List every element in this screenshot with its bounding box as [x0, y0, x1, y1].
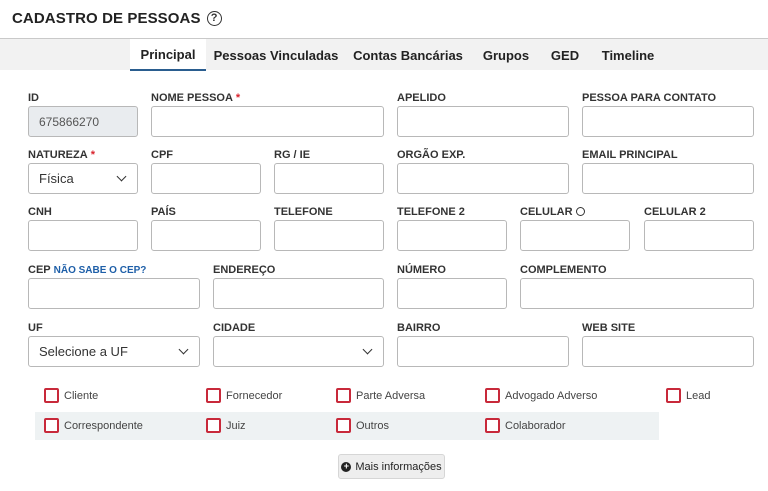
telefone-label: TELEFONE: [274, 206, 333, 218]
email-principal-input[interactable]: [582, 163, 754, 194]
checkbox-juiz[interactable]: Juiz: [206, 418, 246, 433]
tab-grupos[interactable]: Grupos: [476, 39, 536, 71]
natureza-value: Física: [39, 171, 74, 186]
checkbox-box[interactable]: [485, 388, 500, 403]
nome-pessoa-label: NOME PESSOA *: [151, 92, 241, 104]
rg-ie-input[interactable]: [274, 163, 384, 194]
more-info-button[interactable]: + Mais informações: [338, 454, 445, 479]
checkbox-box[interactable]: [206, 418, 221, 433]
page-header: CADASTRO DE PESSOAS ?: [12, 8, 222, 28]
id-field: 675866270: [28, 106, 138, 137]
cnh-label: CNH: [28, 206, 52, 218]
checkbox-parte-adversa[interactable]: Parte Adversa: [336, 388, 425, 403]
cidade-label: CIDADE: [213, 322, 256, 334]
tab-ged[interactable]: GED: [544, 39, 586, 71]
checkbox-outros[interactable]: Outros: [336, 418, 389, 433]
natureza-select[interactable]: Física: [28, 163, 138, 194]
cpf-input[interactable]: [151, 163, 261, 194]
help-icon[interactable]: ?: [206, 10, 222, 26]
whatsapp-icon: [575, 207, 585, 216]
cep-input[interactable]: [28, 278, 200, 309]
bairro-label: BAIRRO: [397, 322, 441, 334]
bairro-input[interactable]: [397, 336, 569, 367]
checkbox-lead[interactable]: Lead: [666, 388, 710, 403]
pais-input[interactable]: [151, 220, 261, 251]
required-mark: *: [235, 92, 241, 104]
checkbox-box[interactable]: [485, 418, 500, 433]
natureza-label: NATUREZA *: [28, 149, 95, 161]
tab-bar: Principal Pessoas Vinculadas Contas Banc…: [0, 38, 768, 71]
rg-ie-label: RG / IE: [274, 149, 311, 161]
cidade-select[interactable]: [213, 336, 384, 367]
cnh-input[interactable]: [28, 220, 138, 251]
checkbox-advogado-adverso[interactable]: Advogado Adverso: [485, 388, 597, 403]
complemento-label: COMPLEMENTO: [520, 264, 607, 276]
apelido-label: APELIDO: [397, 92, 446, 104]
apelido-input[interactable]: [397, 106, 569, 137]
celular-input[interactable]: [520, 220, 630, 251]
checkbox-box[interactable]: [44, 388, 59, 403]
celular-2-input[interactable]: [644, 220, 754, 251]
tab-pessoas-vinculadas[interactable]: Pessoas Vinculadas: [210, 39, 342, 71]
uf-value: Selecione a UF: [39, 344, 128, 359]
checkbox-colaborador[interactable]: Colaborador: [485, 418, 566, 433]
id-label: ID: [28, 92, 39, 104]
web-site-input[interactable]: [582, 336, 754, 367]
nome-pessoa-input[interactable]: [151, 106, 384, 137]
celular-2-label: CELULAR 2: [644, 206, 706, 218]
complemento-input[interactable]: [520, 278, 754, 309]
chevron-down-icon: [362, 344, 373, 355]
checkbox-fornecedor[interactable]: Fornecedor: [206, 388, 282, 403]
page-title: CADASTRO DE PESSOAS: [12, 9, 201, 27]
uf-label: UF: [28, 322, 43, 334]
checkbox-box[interactable]: [44, 418, 59, 433]
endereco-label: ENDEREÇO: [213, 264, 276, 276]
orgao-exp-input[interactable]: [397, 163, 569, 194]
tab-contas-bancarias[interactable]: Contas Bancárias: [348, 39, 468, 71]
pessoa-contato-label: PESSOA PARA CONTATO: [582, 92, 717, 104]
checkbox-box[interactable]: [666, 388, 681, 403]
tab-timeline[interactable]: Timeline: [594, 39, 662, 71]
chevron-down-icon: [178, 344, 189, 355]
celular-label: CELULAR: [520, 206, 585, 218]
numero-input[interactable]: [397, 278, 507, 309]
email-principal-label: EMAIL PRINCIPAL: [582, 149, 678, 161]
orgao-exp-label: ORGÃO EXP.: [397, 149, 466, 161]
pais-label: PAÍS: [151, 206, 176, 218]
web-site-label: WEB SITE: [582, 322, 636, 334]
tab-principal[interactable]: Principal: [130, 39, 206, 71]
checkbox-correspondente[interactable]: Correspondente: [44, 418, 143, 433]
telefone-2-label: TELEFONE 2: [397, 206, 465, 218]
numero-label: NÚMERO: [397, 264, 446, 276]
required-mark: *: [90, 149, 95, 161]
endereco-input[interactable]: [213, 278, 384, 309]
telefone-input[interactable]: [274, 220, 384, 251]
checkbox-box[interactable]: [336, 388, 351, 403]
more-info-label: Mais informações: [355, 460, 442, 473]
cpf-label: CPF: [151, 149, 173, 161]
checkbox-box[interactable]: [206, 388, 221, 403]
cep-label: CEP NÃO SABE O CEP?: [28, 264, 147, 276]
uf-select[interactable]: Selecione a UF: [28, 336, 200, 367]
cep-lookup-link[interactable]: NÃO SABE O CEP?: [54, 265, 147, 276]
checkbox-box[interactable]: [336, 418, 351, 433]
telefone-2-input[interactable]: [397, 220, 507, 251]
pessoa-contato-input[interactable]: [582, 106, 754, 137]
plus-circle-icon: +: [341, 461, 352, 472]
checkbox-cliente[interactable]: Cliente: [44, 388, 98, 403]
chevron-down-icon: [116, 171, 127, 182]
